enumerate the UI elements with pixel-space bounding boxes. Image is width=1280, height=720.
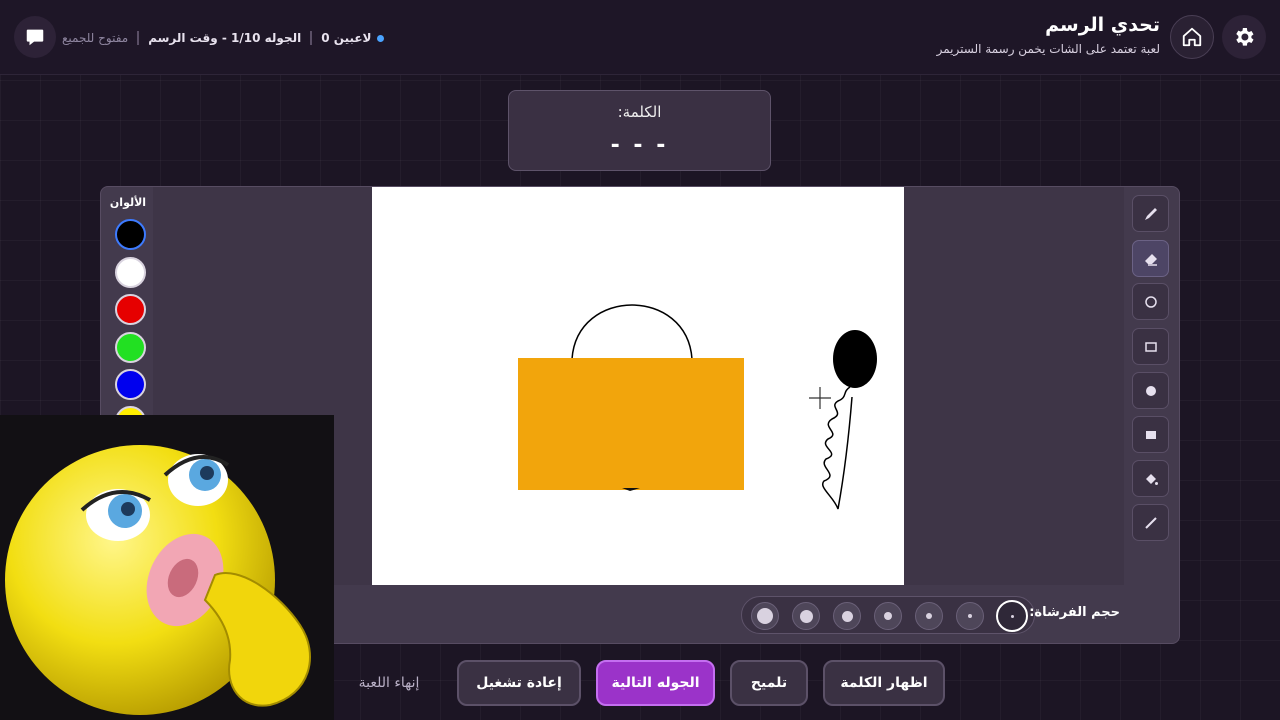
color-swatch-white[interactable] (115, 257, 146, 288)
divider (310, 31, 313, 45)
color-swatch-black[interactable] (115, 219, 146, 250)
round-status: الجوله 1/10 - وقت الرسم (148, 31, 302, 45)
rectangle-filled-tool[interactable] (1132, 416, 1169, 453)
chat-bubble-icon (26, 29, 44, 46)
pen-icon (1144, 207, 1157, 220)
bag-body (518, 358, 744, 490)
colors-title: الألوان (109, 196, 147, 209)
rectangle-outline-tool[interactable] (1132, 328, 1169, 365)
brush-size-3[interactable] (915, 602, 943, 630)
brush-size-label: حجم الفرشاة: (1029, 605, 1120, 620)
restart-button[interactable]: إعادة تشغيل (457, 660, 581, 706)
circle-filled-tool[interactable] (1132, 372, 1169, 409)
players-count: 0 لاعبين (321, 31, 372, 45)
pen-tool[interactable] (1132, 195, 1169, 232)
top-bar: تحدي الرسم لعبة تعتمد على الشات يخمن رسم… (0, 0, 1280, 75)
end-game-button[interactable]: إنهاء اللعبة (334, 660, 444, 706)
brush-size-5[interactable] (833, 602, 861, 630)
emoji-face-icon (5, 445, 311, 715)
drawing-canvas[interactable] (372, 187, 904, 585)
color-swatch-green[interactable] (115, 332, 146, 363)
line-icon (1144, 516, 1157, 529)
hint-button[interactable]: تلميح (730, 660, 808, 706)
brush-size-2[interactable] (956, 602, 984, 630)
home-icon (1182, 27, 1202, 47)
word-label: الكلمة: (617, 103, 662, 121)
fill-bucket-icon (1145, 473, 1158, 485)
crosshair-cursor-icon (809, 387, 831, 409)
online-dot-icon (376, 34, 384, 42)
rectangle-filled-icon (1145, 430, 1156, 439)
status-bar: مفتوح للجميع الجوله 1/10 - وقت الرسم 0 ل… (62, 29, 384, 47)
access-status: مفتوح للجميع (62, 31, 129, 45)
word-value: - - - (610, 133, 669, 158)
balloon-string (821, 386, 853, 510)
brush-size-selector (741, 596, 1035, 634)
brush-size-4[interactable] (874, 602, 902, 630)
drawing (518, 304, 877, 510)
divider (137, 31, 140, 45)
word-box: الكلمة: - - - (508, 90, 771, 171)
bag-handle (571, 304, 693, 360)
app-subtitle: لعبة تعتمد على الشات يخمن رسمة الستريمر (936, 42, 1160, 56)
circle-outline-icon (1144, 295, 1157, 308)
settings-button[interactable] (1222, 15, 1266, 59)
color-swatch-red[interactable] (115, 294, 146, 325)
eraser-icon (1144, 253, 1157, 266)
fill-tool[interactable] (1132, 460, 1169, 497)
balloon (833, 330, 877, 388)
next-round-button[interactable]: الجوله التالية (596, 660, 715, 706)
gear-icon (1236, 28, 1254, 46)
app-title: تحدي الرسم (1045, 14, 1160, 36)
color-swatch-blue[interactable] (115, 369, 146, 400)
rectangle-outline-icon (1144, 341, 1157, 352)
line-tool[interactable] (1132, 504, 1169, 541)
chat-button[interactable] (14, 16, 56, 58)
brush-size-7[interactable] (751, 602, 779, 630)
circle-filled-icon (1145, 385, 1156, 396)
webcam-overlay (0, 415, 334, 720)
circle-outline-tool[interactable] (1132, 283, 1169, 320)
eraser-tool[interactable] (1132, 240, 1169, 277)
home-button[interactable] (1170, 15, 1214, 59)
brush-size-1[interactable] (996, 600, 1028, 632)
brush-size-6[interactable] (792, 602, 820, 630)
reveal-word-button[interactable]: اظهار الكلمة (823, 660, 945, 706)
